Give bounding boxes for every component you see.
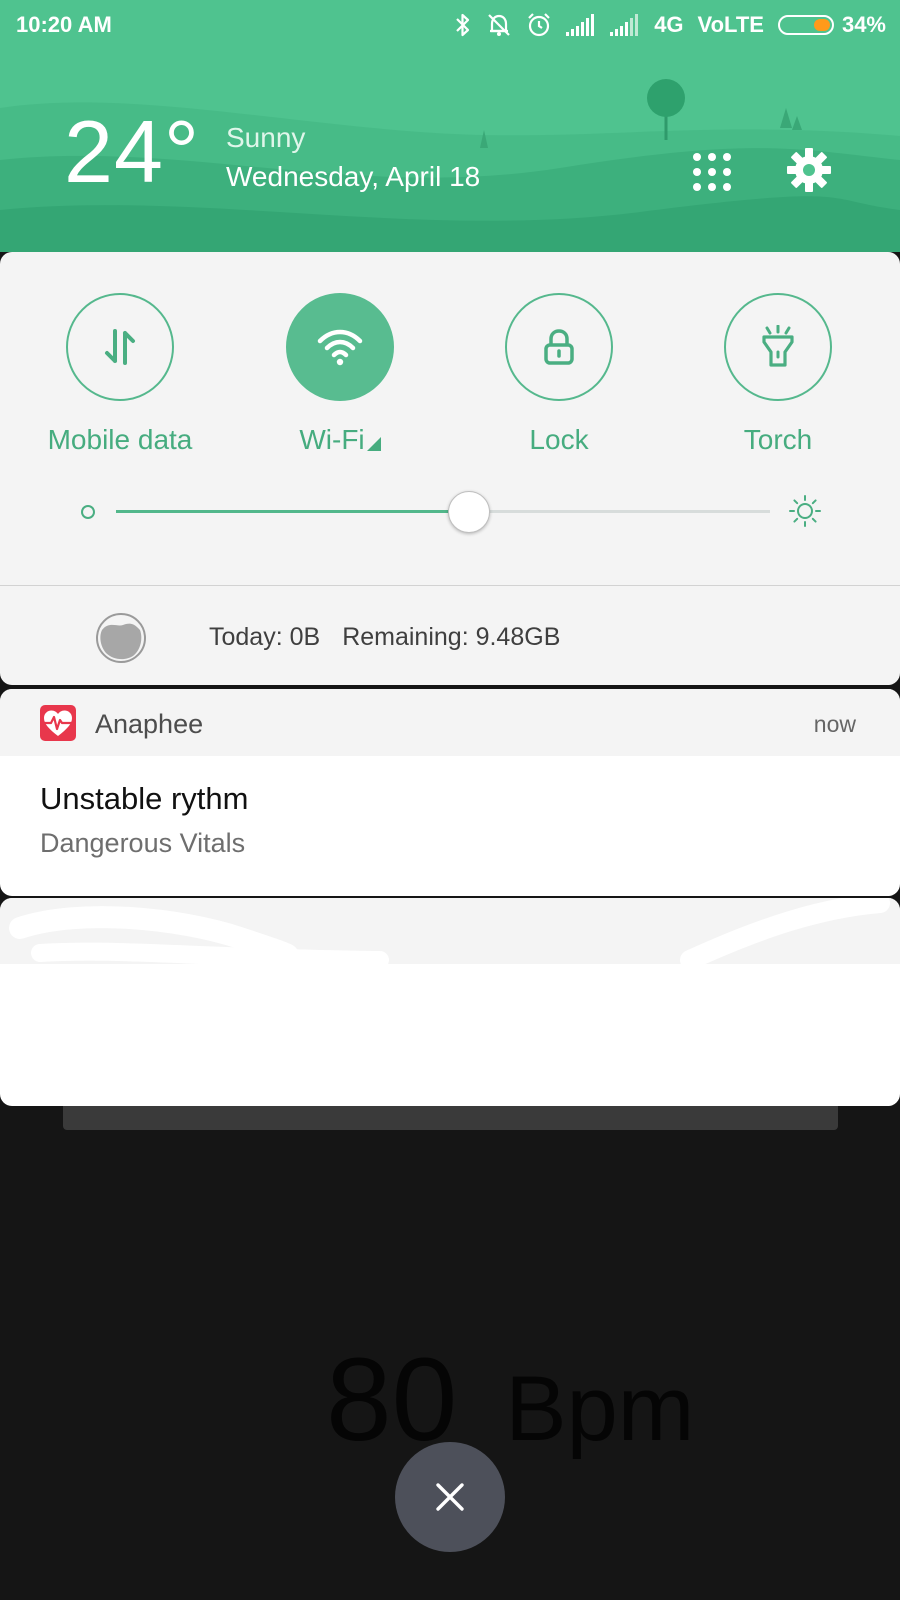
data-usage-bar[interactable]: Today: 0B Remaining: 9.48GB bbox=[0, 585, 900, 685]
date-label: Wednesday, April 18 bbox=[226, 161, 481, 192]
notification-title: Unstable rythm bbox=[40, 781, 249, 816]
data-remaining: Remaining: 9.48GB bbox=[342, 623, 561, 651]
lock-icon bbox=[544, 329, 574, 365]
apps-grid-button[interactable] bbox=[690, 150, 734, 194]
signal-icon bbox=[610, 14, 640, 36]
notification-header: Anaphee now bbox=[0, 689, 900, 756]
notification-body: Dangerous Vitals bbox=[40, 828, 246, 858]
wifi-icon bbox=[317, 329, 363, 366]
tile-wifi-circle[interactable] bbox=[286, 293, 394, 401]
tile-label: Mobile data bbox=[47, 424, 193, 455]
redaction-scribble bbox=[9, 898, 890, 970]
clear-notifications-button[interactable] bbox=[395, 1442, 505, 1552]
stacked-card-edge bbox=[63, 1106, 838, 1130]
mobile-data-icon bbox=[105, 329, 135, 365]
heart-rate-unit: Bpm bbox=[505, 1358, 695, 1460]
status-icons: 4G VoLTE 34% bbox=[440, 10, 886, 40]
brightness-high-icon bbox=[788, 494, 822, 533]
status-time: 10:20 AM bbox=[16, 12, 112, 37]
notification-app-name: Anaphee bbox=[95, 709, 204, 739]
heart-rate-display: 80 Bpm bbox=[326, 1332, 694, 1468]
gear-icon bbox=[787, 148, 831, 192]
battery-icon bbox=[777, 15, 834, 35]
notification-shade-header: 10:20 AM 4G VoLTE 34% 24° Sunny Wednesda… bbox=[0, 0, 900, 252]
tile-label: Wi-Fi bbox=[230, 424, 450, 458]
battery-percent: 34% bbox=[841, 12, 886, 37]
redacted-notification-card[interactable] bbox=[0, 898, 900, 1106]
notification-card[interactable]: Anaphee now Unstable rythm Dangerous Vit… bbox=[0, 689, 900, 896]
mute-icon bbox=[486, 12, 512, 38]
alarm-icon bbox=[526, 12, 552, 38]
network-type: 4G bbox=[654, 12, 684, 37]
tile-mobile-data-circle[interactable] bbox=[66, 293, 174, 401]
tile-torch-circle[interactable] bbox=[724, 293, 832, 401]
quick-settings-panel: Mobile data Wi-Fi Lock Torch bbox=[0, 252, 900, 585]
app-heart-icon bbox=[40, 705, 76, 741]
weather-condition: Sunny bbox=[226, 122, 306, 153]
torch-icon bbox=[762, 325, 794, 367]
temperature: 24° bbox=[64, 102, 201, 201]
settings-button[interactable] bbox=[786, 147, 832, 193]
wifi-more-triangle-icon bbox=[366, 426, 381, 458]
close-icon bbox=[436, 1483, 464, 1511]
brightness-fill bbox=[116, 510, 470, 513]
battery-indicator: 34% bbox=[777, 12, 886, 38]
volte-label: VoLTE bbox=[697, 12, 764, 37]
brightness-slider[interactable] bbox=[72, 488, 832, 536]
brightness-thumb[interactable] bbox=[448, 491, 491, 533]
apps-grid-icon bbox=[693, 153, 731, 191]
status-bar: 10:20 AM 4G VoLTE 34% bbox=[0, 0, 900, 50]
notification-time: now bbox=[813, 711, 856, 737]
tile-lock-circle[interactable] bbox=[505, 293, 613, 401]
brightness-low-icon bbox=[80, 504, 96, 525]
data-today: Today: 0B bbox=[209, 623, 321, 651]
data-usage-icon bbox=[96, 613, 146, 663]
data-usage-text: Today: 0B Remaining: 9.48GB bbox=[209, 623, 582, 652]
brightness-track[interactable] bbox=[116, 510, 770, 513]
tile-label: Lock bbox=[529, 424, 589, 455]
signal-icon bbox=[566, 14, 596, 36]
bluetooth-icon bbox=[454, 13, 472, 37]
tile-label: Torch bbox=[743, 424, 813, 455]
